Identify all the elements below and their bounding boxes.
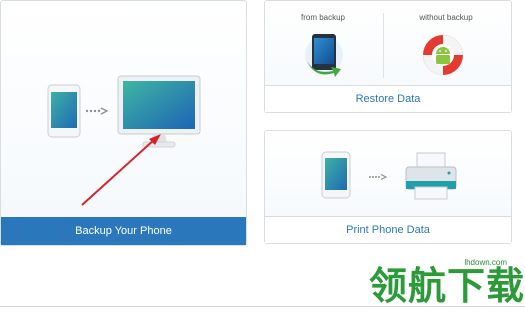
phone-icon xyxy=(47,84,81,138)
phone-icon xyxy=(321,151,351,199)
backup-phone-card[interactable]: Backup Your Phone xyxy=(0,0,247,246)
watermark-logo: 领航下载 xyxy=(345,264,525,310)
restore-data-label: Restore Data xyxy=(355,93,421,105)
backup-phone-icon[interactable] xyxy=(303,31,345,77)
without-backup-label: without backup xyxy=(419,13,473,22)
dots-arrow-icon xyxy=(85,107,109,115)
watermark-text: 领航下载 xyxy=(368,264,525,308)
backup-phone-label: Backup Your Phone xyxy=(75,225,172,237)
print-phone-data-label: Print Phone Data xyxy=(346,224,430,236)
from-backup-label: from backup xyxy=(300,13,346,22)
lifebuoy-android-icon[interactable] xyxy=(421,33,465,77)
print-phone-data-card[interactable]: Print Phone Data xyxy=(264,130,512,244)
print-phone-data-button[interactable]: Print Phone Data xyxy=(265,216,511,243)
restore-data-button[interactable]: Restore Data xyxy=(265,85,511,112)
red-annotation-arrow xyxy=(81,134,161,206)
dots-arrow-icon xyxy=(369,174,388,180)
restore-data-card[interactable]: from backup without backup Restore Data xyxy=(264,0,512,113)
printer-icon xyxy=(405,152,457,200)
restore-divider xyxy=(383,13,384,78)
backup-phone-button[interactable]: Backup Your Phone xyxy=(1,217,246,245)
